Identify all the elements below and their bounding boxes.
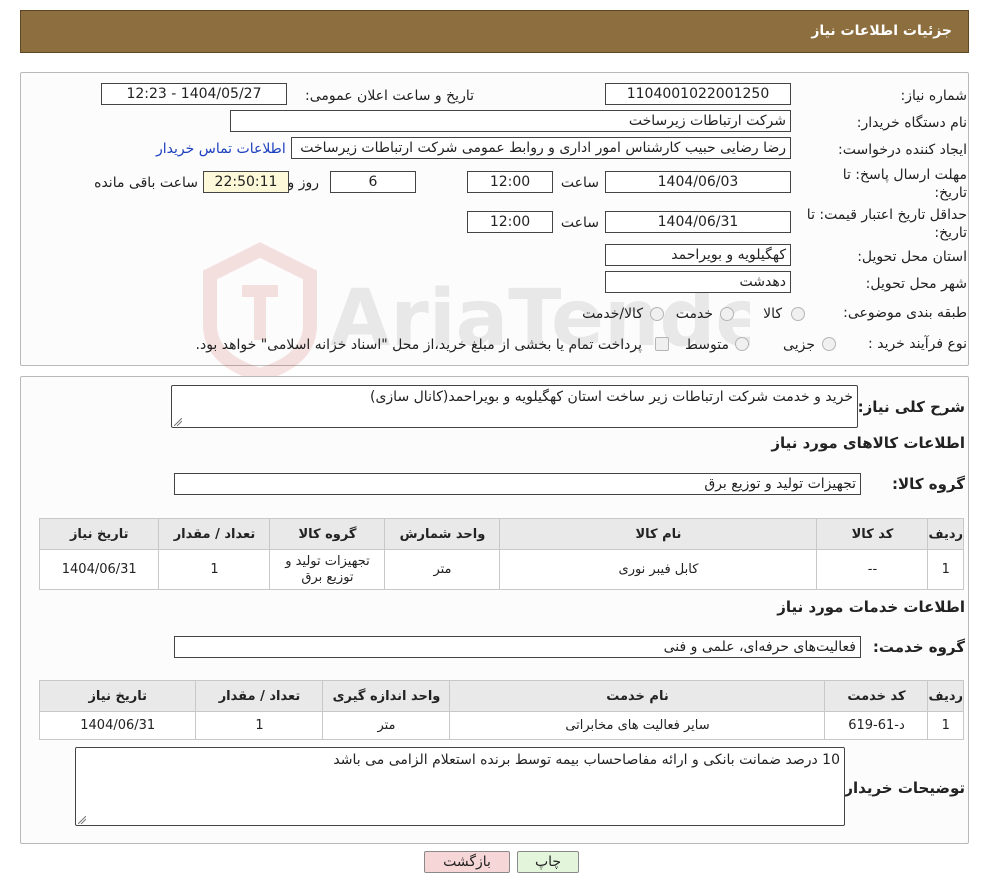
price-validity-label-line1: حداقل تاریخ اعتبار قیمت: تا [806,207,967,223]
print-button[interactable]: چاپ [517,851,579,873]
category-goods-service-radio[interactable] [650,307,664,321]
table-row: 1 د-61-619 سایر فعالیت های مخابراتی متر … [38,711,964,740]
buyer-notes-textarea[interactable]: 10 درصد ضمانت بانکی و ارائه مفاصاحساب بی… [75,747,845,826]
deadline-date-field[interactable]: 1404/06/03 [605,171,791,193]
services-group-field[interactable]: فعالیت‌های حرفه‌ای، علمی و فنی [174,636,861,658]
goods-cell-date: 1404/06/31 [38,549,160,590]
process-medium-label: متوسط [685,337,729,353]
buyer-org-label: نام دستگاه خریدار: [856,115,967,131]
deadline-label-line2: تاریخ: [934,185,967,201]
goods-col-group: گروه کالا [269,518,386,550]
services-table-header: ردیف کد خدمت نام خدمت واحد اندازه گیری ت… [38,680,964,712]
delivery-province-field[interactable]: کهگیلویه و بویراحمد [605,244,791,266]
need-summary-text: خرید و خدمت شرکت ارتباطات زیر ساخت استان… [370,389,853,405]
announce-datetime-label: تاریخ و ساعت اعلان عمومی: [305,88,474,104]
goods-cell-group: تجهیزات تولید و توزیع برق [269,549,386,590]
need-number-field[interactable]: 1104001022001250 [605,83,791,105]
category-service-radio[interactable] [720,307,734,321]
delivery-city-field[interactable]: دهدشت [605,271,791,293]
remaining-days-field[interactable]: 6 [330,171,416,193]
services-cell-date: 1404/06/31 [38,711,197,740]
price-validity-time-label: ساعت [560,215,599,231]
services-col-row: ردیف [927,680,964,712]
treasury-bonds-note: پرداخت تمام یا بخشی از مبلغ خرید،از محل … [195,337,642,353]
request-creator-label: ایجاد کننده درخواست: [838,142,967,158]
goods-col-row: ردیف [927,518,964,550]
services-cell-row: 1 [927,711,964,740]
goods-col-unit: واحد شمارش [384,518,501,550]
deadline-label: مهلت ارسال پاسخ: تا تاریخ: [843,166,967,202]
services-cell-unit: متر [322,711,451,740]
goods-col-name: نام کالا [499,518,818,550]
goods-table-header: ردیف کد کالا نام کالا واحد شمارش گروه کا… [38,518,964,550]
back-button[interactable]: بازگشت [424,851,510,873]
services-col-name: نام خدمت [449,680,826,712]
goods-group-field[interactable]: تجهیزات تولید و توزیع برق [174,473,861,495]
services-cell-code: د-61-619 [824,711,929,740]
process-minor-label: جزیی [783,337,815,353]
category-goods-radio[interactable] [791,307,805,321]
buyer-notes-label: توضیحات خریدار: [838,779,965,797]
request-creator-field[interactable]: رضا رضایی حبیب کارشناس امور اداری و رواب… [291,137,791,159]
buyer-notes-text: 10 درصد ضمانت بانکی و ارائه مفاصاحساب بی… [333,752,840,768]
deadline-time-field[interactable]: 12:00 [467,171,553,193]
category-service-label: خدمت [675,306,713,322]
resize-grip-icon[interactable] [78,816,86,824]
goods-cell-qty: 1 [158,549,271,590]
table-row: 1 -- کابل فیبر نوری متر تجهیزات تولید و … [38,549,964,590]
services-cell-name: سایر فعالیت های مخابراتی [449,711,826,740]
remaining-time-label: ساعت باقی مانده [94,175,198,191]
need-number-label: شماره نیاز: [900,88,968,104]
services-col-code: کد خدمت [824,680,929,712]
goods-section-title: اطلاعات کالاهای مورد نیاز [771,434,965,452]
goods-cell-unit: متر [384,549,501,590]
need-summary-label: شرح کلی نیاز: [857,398,965,416]
services-col-date: تاریخ نیاز [38,680,197,712]
goods-cell-code: -- [816,549,929,590]
goods-table: ردیف کد کالا نام کالا واحد شمارش گروه کا… [38,518,964,590]
services-group-label: گروه خدمت: [872,638,965,656]
price-validity-date-field[interactable]: 1404/06/31 [605,211,791,233]
services-col-unit: واحد اندازه گیری [322,680,451,712]
resize-grip-icon[interactable] [174,418,182,426]
remaining-days-label: روز و [287,175,320,191]
services-col-qty: تعداد / مقدار [195,680,324,712]
page-title-bar: جزئیات اطلاعات نیاز [20,10,969,53]
goods-col-qty: تعداد / مقدار [158,518,271,550]
goods-cell-row: 1 [927,549,964,590]
buyer-contact-link[interactable]: اطلاعات تماس خریدار [156,141,286,157]
services-cell-qty: 1 [195,711,324,740]
buyer-org-field[interactable]: شرکت ارتباطات زیرساخت [230,110,791,132]
remaining-time-field[interactable]: 22:50:11 [203,171,289,193]
services-section-title: اطلاعات خدمات مورد نیاز [777,598,965,616]
purchase-process-label: نوع فرآیند خرید : [868,336,967,352]
category-goods-label: کالا [763,306,782,322]
category-goods-service-label: کالا/خدمت [582,306,643,322]
goods-col-code: کد کالا [816,518,929,550]
goods-group-label: گروه کالا: [892,475,965,493]
goods-cell-name: کابل فیبر نوری [499,549,818,590]
subject-category-label: طبقه بندی موضوعی: [843,305,967,321]
process-medium-radio[interactable] [735,337,749,351]
price-validity-time-field[interactable]: 12:00 [467,211,553,233]
process-minor-radio[interactable] [822,337,836,351]
delivery-city-label: شهر محل تحویل: [865,276,967,292]
treasury-bonds-checkbox[interactable] [655,337,669,351]
services-table: ردیف کد خدمت نام خدمت واحد اندازه گیری ت… [38,680,964,740]
need-summary-textarea[interactable]: خرید و خدمت شرکت ارتباطات زیر ساخت استان… [171,385,858,428]
deadline-time-label: ساعت [560,175,599,191]
page-title: جزئیات اطلاعات نیاز [811,23,952,39]
price-validity-label-line2: تاریخ: [934,225,967,241]
delivery-province-label: استان محل تحویل: [857,249,967,265]
goods-col-date: تاریخ نیاز [38,518,160,550]
deadline-label-line1: مهلت ارسال پاسخ: تا [842,167,967,183]
announce-datetime-field[interactable]: 1404/05/27 - 12:23 [101,83,287,105]
price-validity-label: حداقل تاریخ اعتبار قیمت: تا تاریخ: [807,206,967,242]
